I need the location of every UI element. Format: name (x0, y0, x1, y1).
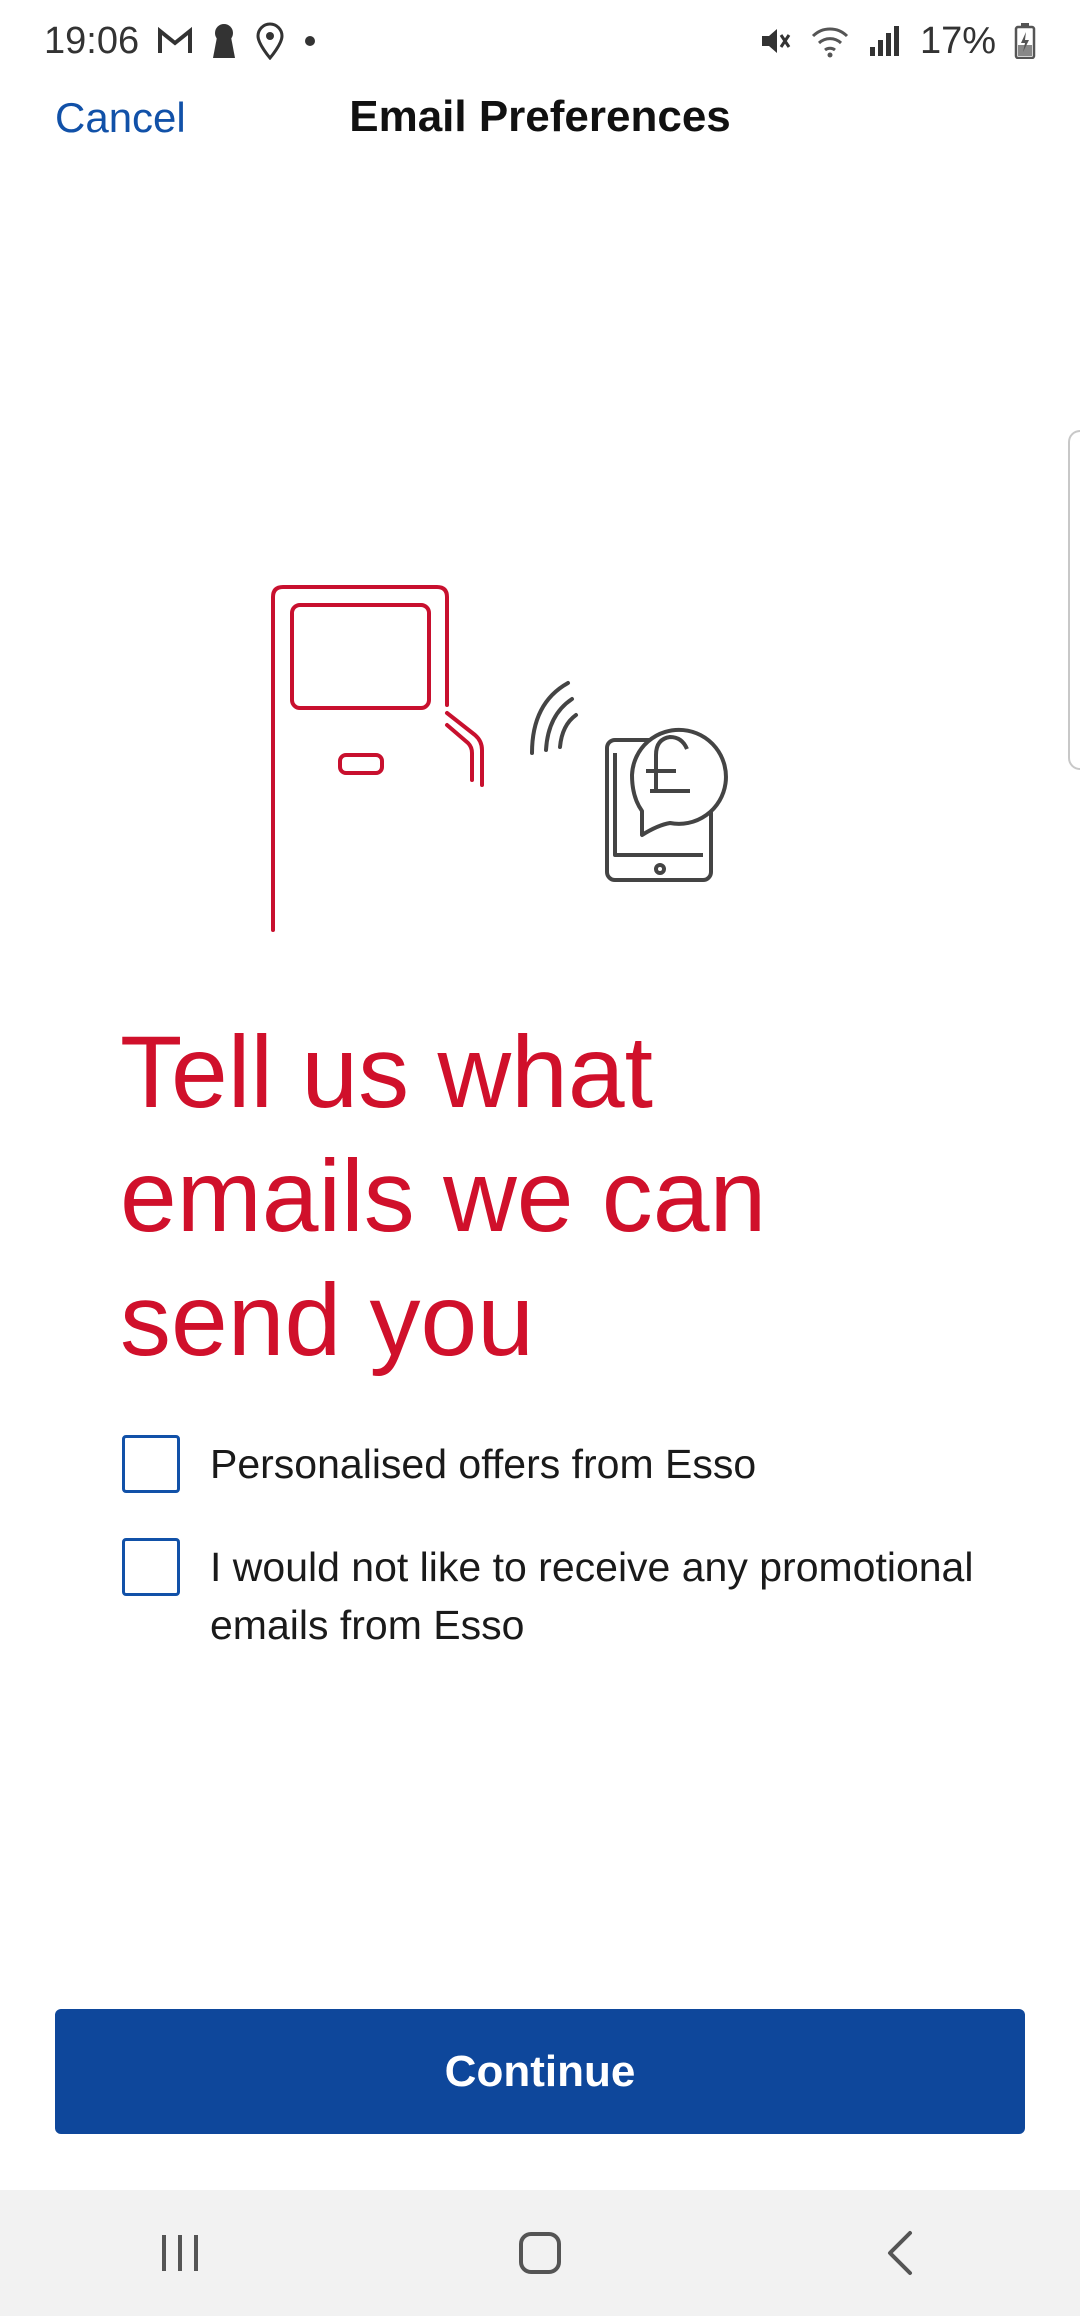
personalised-offers-label: Personalised offers from Esso (210, 1441, 757, 1487)
main-heading: Tell us what emails we can send you (120, 1010, 920, 1382)
system-nav-bar (0, 2190, 1080, 2316)
option-personalised-offers[interactable]: Personalised offers from Esso (122, 1435, 1010, 1493)
signal-icon (868, 25, 902, 57)
back-icon[interactable] (840, 2203, 960, 2303)
no-promotional-emails-checkbox[interactable] (122, 1538, 180, 1596)
contactless-icon (530, 681, 578, 755)
illustration (250, 585, 770, 935)
wifi-icon (810, 24, 850, 58)
battery-icon (1014, 23, 1036, 59)
recent-apps-icon[interactable] (120, 2203, 240, 2303)
gmail-icon (157, 26, 193, 56)
header: Cancel Email Preferences (0, 82, 1080, 162)
status-right: 17% (758, 20, 1036, 63)
location-icon (255, 22, 285, 60)
page-title: Email Preferences (349, 92, 731, 141)
fuel-pump-icon (271, 585, 484, 932)
continue-button[interactable]: Continue (55, 2009, 1025, 2134)
phone-pound-icon (605, 727, 728, 882)
heading-line: Tell us what (120, 1015, 653, 1129)
dot-icon (303, 34, 317, 48)
no-promotional-emails-label: I would not like to receive any promotio… (210, 1544, 974, 1648)
side-panel-handle[interactable] (1068, 430, 1080, 770)
status-left: 19:06 (44, 20, 317, 63)
keyhole-icon (211, 23, 237, 59)
heading-line: emails we can (120, 1139, 767, 1253)
status-bar: 19:06 17% (0, 0, 1080, 82)
battery-percent: 17% (919, 19, 996, 62)
personalised-offers-checkbox[interactable] (122, 1435, 180, 1493)
mute-icon (758, 24, 792, 58)
status-time: 19:06 (44, 19, 140, 62)
option-no-promotional-emails[interactable]: I would not like to receive any promotio… (122, 1538, 1010, 1654)
home-icon[interactable] (480, 2203, 600, 2303)
heading-line: send you (120, 1263, 534, 1377)
